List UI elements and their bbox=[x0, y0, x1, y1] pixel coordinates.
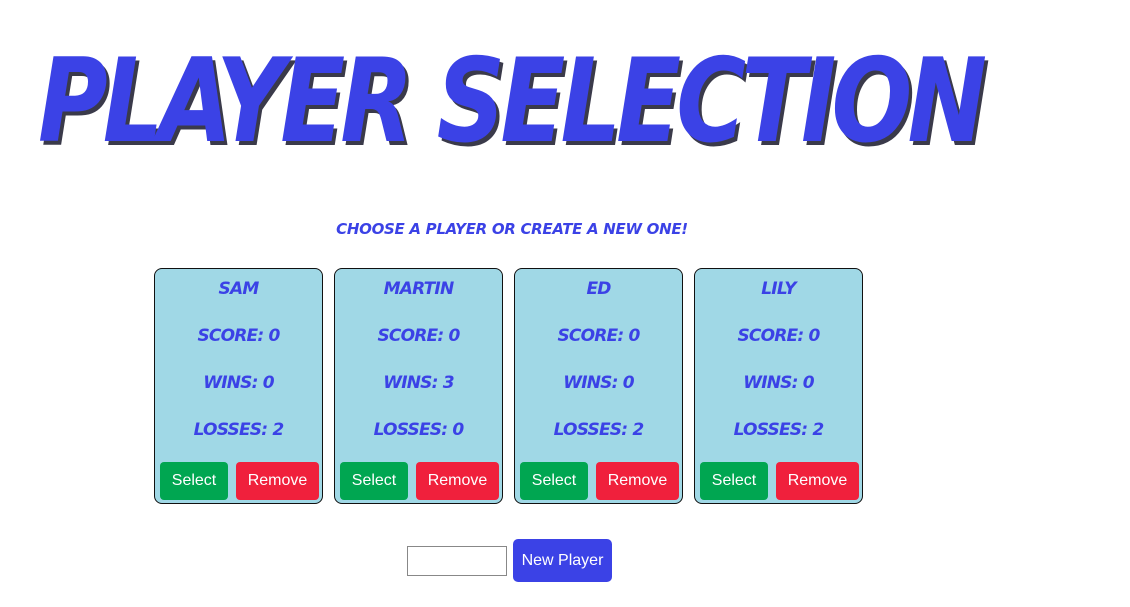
remove-player-button[interactable]: Remove bbox=[236, 462, 319, 500]
select-player-button[interactable]: Select bbox=[340, 462, 408, 500]
page-title: Player Selection bbox=[38, 34, 987, 169]
remove-player-button[interactable]: Remove bbox=[596, 462, 679, 500]
player-wins: Wins: 3 bbox=[383, 373, 454, 393]
player-name: Sam bbox=[218, 279, 260, 299]
player-wins: Wins: 0 bbox=[563, 373, 634, 393]
remove-player-button[interactable]: Remove bbox=[776, 462, 859, 500]
player-card: Ed Score: 0 Wins: 0 Losses: 2 Select Rem… bbox=[514, 268, 683, 504]
player-score: Score: 0 bbox=[557, 326, 640, 346]
player-losses: Losses: 0 bbox=[373, 420, 465, 440]
player-name: Martin bbox=[383, 279, 455, 299]
select-player-button[interactable]: Select bbox=[160, 462, 228, 500]
player-losses: Losses: 2 bbox=[553, 420, 645, 440]
player-selection-page: Player Selection Choose a player or crea… bbox=[0, 0, 1130, 607]
player-card: Sam Score: 0 Wins: 0 Losses: 2 Select Re… bbox=[154, 268, 323, 504]
new-player-button[interactable]: New Player bbox=[513, 539, 612, 582]
select-player-button[interactable]: Select bbox=[700, 462, 768, 500]
player-losses: Losses: 2 bbox=[193, 420, 285, 440]
player-card: Lily Score: 0 Wins: 0 Losses: 2 Select R… bbox=[694, 268, 863, 504]
player-wins: Wins: 0 bbox=[743, 373, 814, 393]
new-player-name-input[interactable] bbox=[407, 545, 507, 576]
player-name: Lily bbox=[761, 279, 796, 299]
player-score: Score: 0 bbox=[377, 326, 460, 346]
page-subtitle: Choose a player or create a new one! bbox=[336, 220, 688, 238]
select-player-button[interactable]: Select bbox=[520, 462, 588, 500]
player-card: Martin Score: 0 Wins: 3 Losses: 0 Select… bbox=[334, 268, 503, 504]
player-score: Score: 0 bbox=[197, 326, 280, 346]
player-name: Ed bbox=[586, 279, 611, 299]
remove-player-button[interactable]: Remove bbox=[416, 462, 499, 500]
player-losses: Losses: 2 bbox=[733, 420, 825, 440]
player-score: Score: 0 bbox=[737, 326, 820, 346]
new-player-form: New Player bbox=[407, 539, 612, 582]
player-card-list: Sam Score: 0 Wins: 0 Losses: 2 Select Re… bbox=[154, 268, 863, 504]
player-wins: Wins: 0 bbox=[203, 373, 274, 393]
